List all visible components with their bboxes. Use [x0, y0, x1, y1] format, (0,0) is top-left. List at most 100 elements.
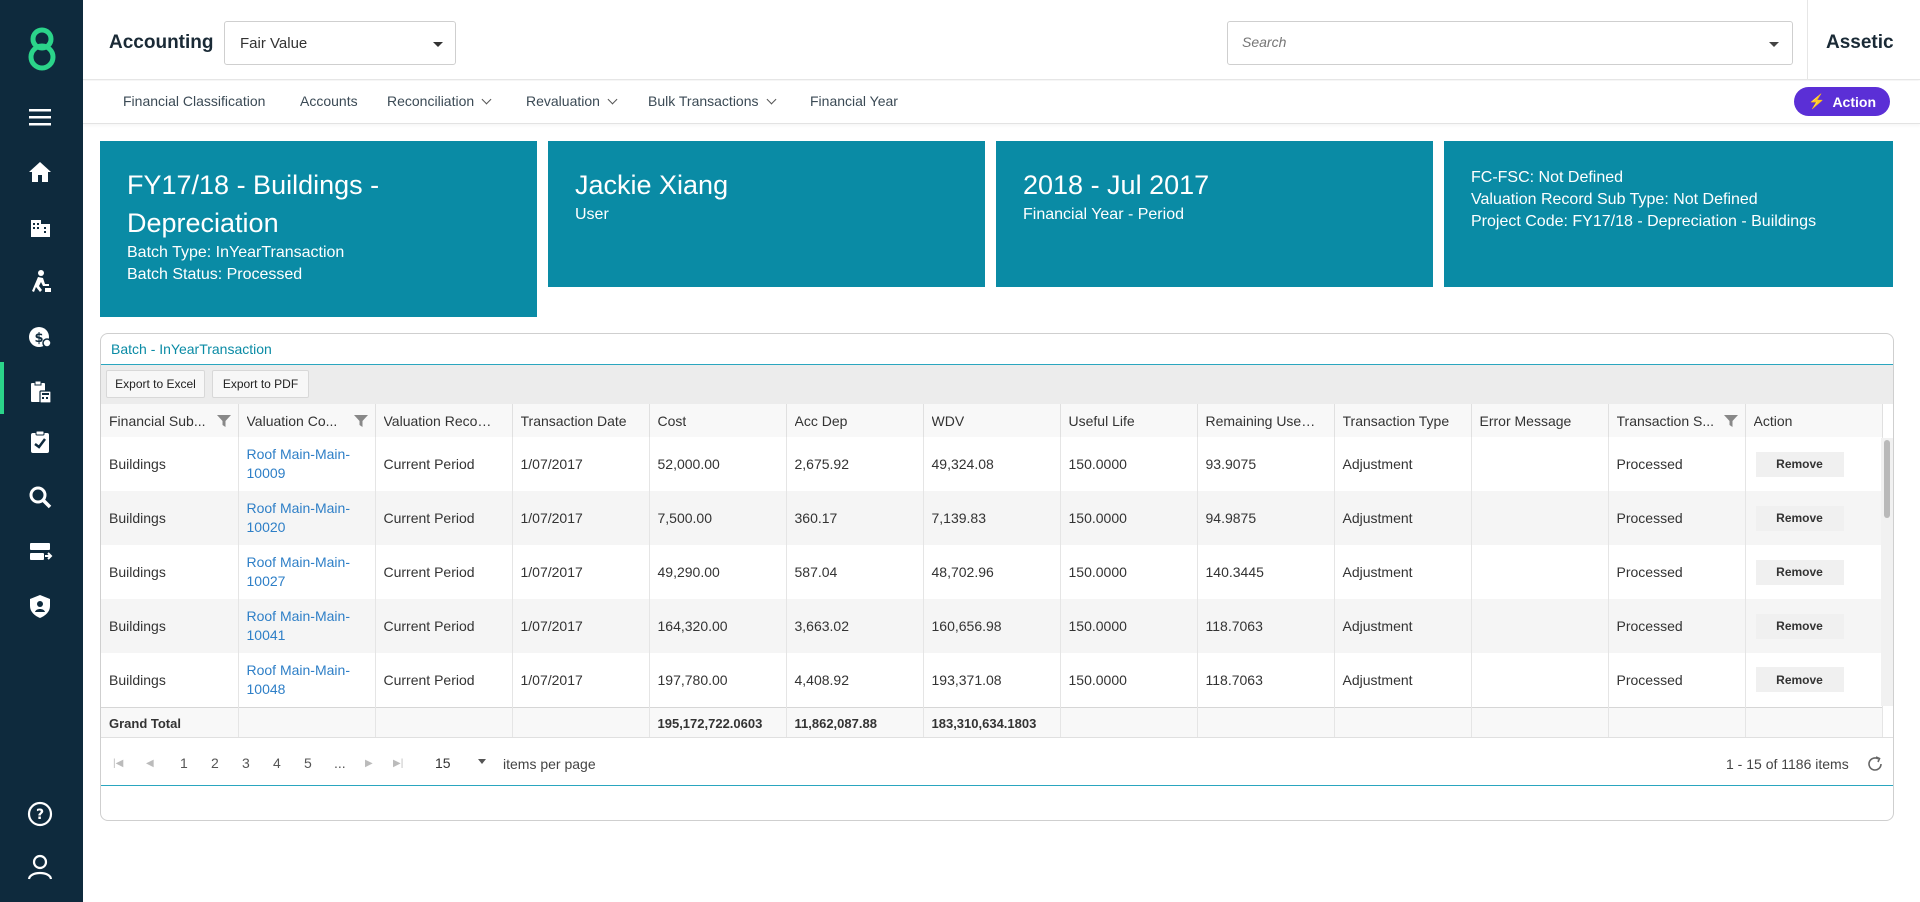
column-header[interactable]: Cost [649, 404, 787, 437]
column-header[interactable]: Valuation Record ... [375, 404, 513, 437]
cell-valuation-component: Roof Main-Main- 10048 [238, 653, 376, 707]
accounting-icon[interactable] [24, 376, 56, 408]
cell-useful-life: 150.0000 [1060, 545, 1198, 599]
vertical-scrollbar[interactable] [1881, 438, 1893, 706]
cell-financial-sub: Buildings [101, 545, 239, 599]
page-link[interactable]: 5 [304, 755, 312, 771]
column-header[interactable]: Transaction S... [1608, 404, 1746, 437]
remove-button[interactable]: Remove [1755, 451, 1844, 477]
per-page-select[interactable]: 15 [435, 755, 451, 771]
component-link-line1: Roof Main-Main- [246, 608, 350, 624]
cell-transaction-type: Adjustment [1334, 599, 1472, 653]
export-excel-button[interactable]: Export to Excel [106, 370, 205, 398]
worker-icon[interactable] [24, 266, 56, 298]
column-header[interactable]: Transaction Date [512, 404, 650, 437]
column-header[interactable]: Remaining Useful ... [1197, 404, 1335, 437]
next-page-icon[interactable]: ▶ [365, 758, 373, 769]
search-icon[interactable] [24, 481, 56, 513]
subnav-accounts[interactable]: Accounts [300, 93, 358, 109]
valuation-sub-type: Valuation Record Sub Type: Not Defined [1471, 191, 1758, 208]
column-header-label: Remaining Useful ... [1205, 413, 1318, 430]
component-link-line2: 10048 [246, 680, 286, 697]
first-page-icon[interactable]: |◀ [113, 758, 123, 769]
column-header[interactable]: Error Message [1471, 404, 1609, 437]
last-page-icon[interactable]: ▶| [393, 758, 403, 769]
workflow-icon[interactable] [24, 536, 56, 568]
component-link[interactable]: Roof Main-Main- 10027 [247, 554, 350, 589]
filter-icon[interactable] [216, 415, 231, 427]
cell-empty [238, 706, 376, 739]
chevron-down-icon[interactable] [1769, 42, 1779, 47]
security-icon[interactable] [24, 590, 56, 622]
column-header[interactable]: Acc Dep [786, 404, 924, 437]
refresh-icon[interactable] [1866, 755, 1884, 773]
column-header[interactable]: Valuation Co... [238, 404, 376, 437]
page-link[interactable]: 4 [273, 755, 281, 771]
component-link-line2: 10020 [246, 519, 286, 535]
cell-remaining-life: 94.9875 [1197, 491, 1335, 545]
column-header[interactable]: Financial Sub... [101, 404, 239, 437]
cell-acc-dep: 4,408.92 [786, 653, 924, 707]
finance-icon[interactable]: $ [24, 321, 56, 353]
column-header[interactable]: Useful Life [1060, 404, 1198, 437]
filter-icon[interactable] [1723, 415, 1738, 427]
module-select[interactable]: Fair Value [224, 21, 456, 65]
pager: |◀ ◀ 1 2 3 4 5 ... ▶ ▶| 15 items per pag… [101, 737, 1893, 786]
grand-total-cost: 195,172,722.0603 [649, 706, 787, 739]
cell-wdv: 193,371.08 [923, 653, 1061, 707]
filter-icon[interactable] [353, 415, 368, 427]
component-link[interactable]: Roof Main-Main- 10009 [247, 446, 350, 481]
user-icon[interactable] [24, 851, 56, 883]
column-header[interactable]: WDV [923, 404, 1061, 437]
column-header[interactable]: Transaction Type [1334, 404, 1472, 437]
subnav-financial-classification[interactable]: Financial Classification [123, 93, 265, 109]
page-link[interactable]: 3 [242, 755, 250, 771]
chevron-down-icon[interactable] [478, 759, 486, 764]
column-header-label: Valuation Record ... [383, 413, 496, 430]
cell-useful-life: 150.0000 [1060, 653, 1198, 707]
remove-button[interactable]: Remove [1755, 667, 1844, 693]
column-header-label: Acc Dep [794, 413, 848, 430]
action-button-label: Action [1832, 93, 1876, 110]
home-icon[interactable] [24, 156, 56, 188]
batch-grid: Batch - InYearTransaction Export to Exce… [100, 333, 1894, 821]
cell-error-message [1471, 599, 1609, 653]
cell-valuation-record: Current Period [375, 491, 513, 545]
period-value: 2018 - Jul 2017 [1023, 170, 1210, 200]
previous-page-icon[interactable]: ◀ [146, 758, 154, 769]
scrollbar-thumb[interactable] [1884, 440, 1890, 518]
remove-button[interactable]: Remove [1755, 559, 1844, 585]
remove-button[interactable]: Remove [1755, 613, 1844, 639]
checklist-icon[interactable] [24, 426, 56, 458]
cell-action: Remove [1745, 599, 1883, 653]
action-button[interactable]: ⚡ Action [1794, 87, 1890, 116]
component-link[interactable]: Roof Main-Main- 10041 [247, 608, 350, 643]
search-input[interactable] [1242, 34, 1742, 50]
component-link[interactable]: Roof Main-Main- 10048 [247, 662, 350, 697]
page-link[interactable]: 2 [211, 755, 219, 771]
user-card: Jackie Xiang User [548, 141, 985, 287]
header-row: Financial Sub... Valuation Co... Valuati… [101, 404, 1883, 437]
cell-transaction-status: Processed [1608, 653, 1746, 707]
grand-total-acc-dep: 11,862,087.88 [786, 706, 924, 739]
page-link-more[interactable]: ... [334, 755, 346, 771]
fc-fsc: FC-FSC: Not Defined [1471, 169, 1624, 186]
subnav-revaluation[interactable]: Revaluation [526, 93, 618, 109]
remove-button[interactable]: Remove [1755, 505, 1844, 531]
grand-total-wdv: 183,310,634.1803 [923, 706, 1061, 739]
top-bar: Accounting Fair Value Assetic [83, 0, 1920, 80]
help-icon[interactable]: ? [24, 798, 56, 830]
component-link[interactable]: Roof Main-Main- 10020 [247, 500, 350, 535]
subnav-financial-year[interactable]: Financial Year [810, 93, 898, 109]
page-link[interactable]: 1 [180, 755, 188, 771]
export-pdf-button[interactable]: Export to PDF [212, 370, 309, 398]
search-box[interactable] [1227, 21, 1793, 65]
subnav-bulk-transactions[interactable]: Bulk Transactions [648, 93, 776, 109]
logo-icon[interactable] [22, 26, 62, 72]
cell-remaining-life: 140.3445 [1197, 545, 1335, 599]
subnav-reconciliation[interactable]: Reconciliation [387, 93, 492, 109]
menu-icon[interactable] [24, 101, 56, 133]
column-header-label: WDV [931, 413, 965, 430]
building-icon[interactable] [24, 211, 56, 243]
cell-remaining-life: 93.9075 [1197, 437, 1335, 491]
